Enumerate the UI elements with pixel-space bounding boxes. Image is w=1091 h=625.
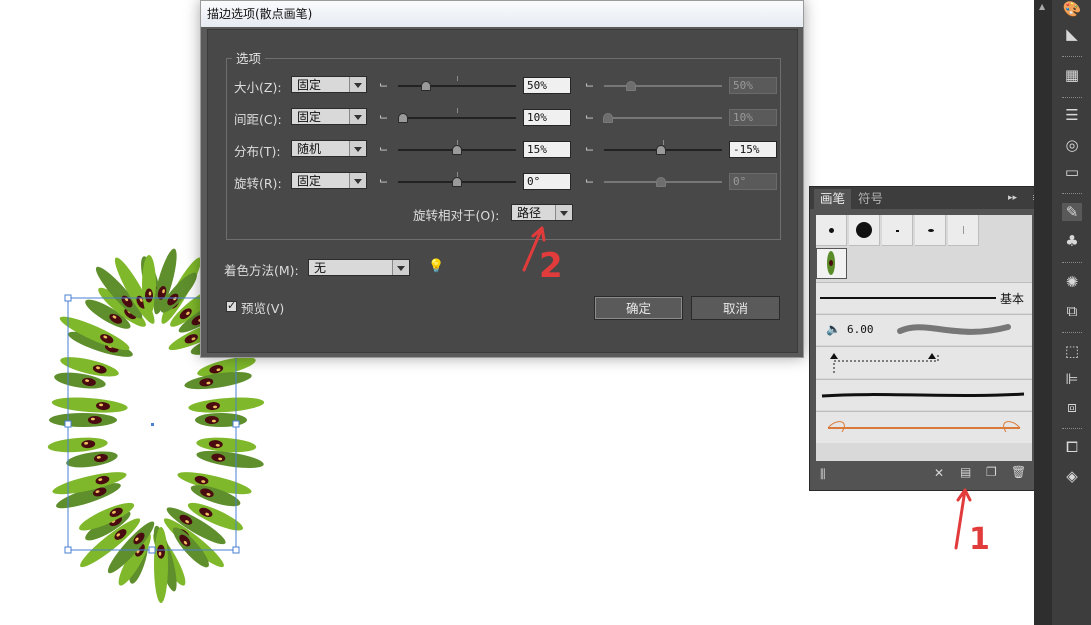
annotation-number-1: 1 (969, 522, 990, 557)
arrow-1 (954, 488, 972, 550)
annotation-number-2: 2 (539, 246, 563, 286)
red-annotation-layer (522, 226, 972, 550)
